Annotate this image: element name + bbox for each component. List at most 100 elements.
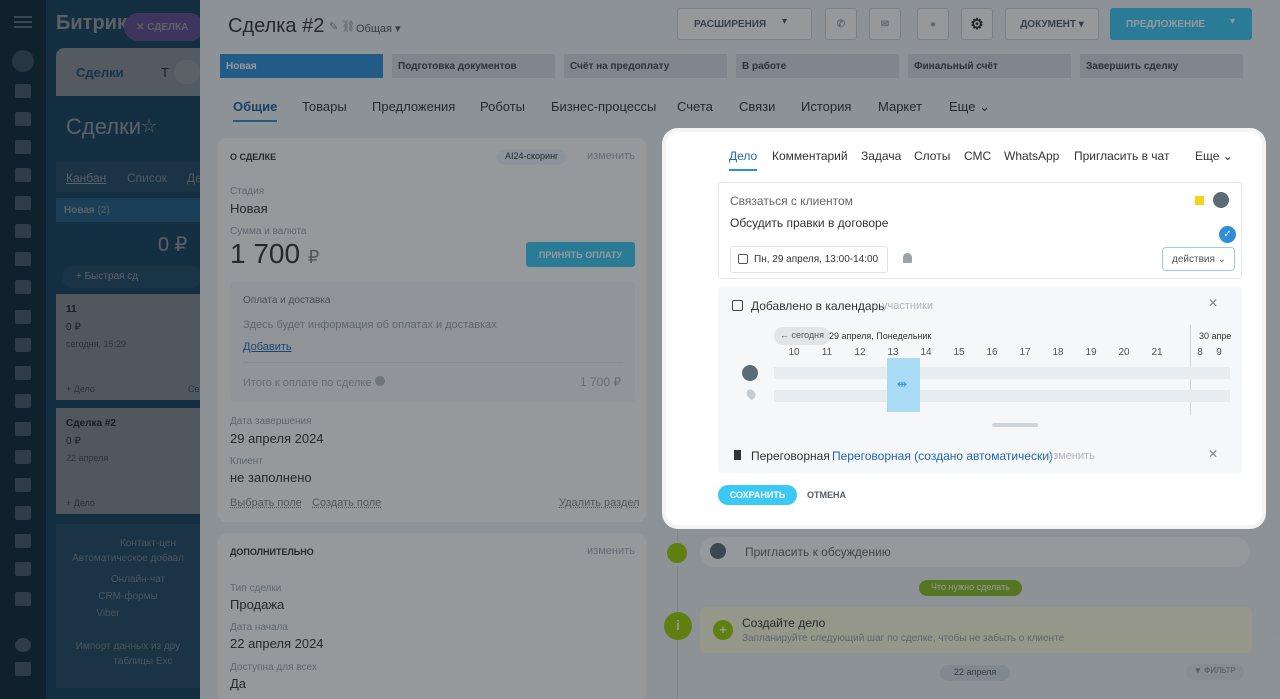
menu-icon[interactable] bbox=[14, 16, 32, 28]
category-select[interactable]: Общая ▾ bbox=[356, 22, 401, 35]
mail-button[interactable]: ✉ bbox=[869, 8, 901, 40]
online-chat-link[interactable]: Онлайн-чат bbox=[56, 574, 200, 585]
stage-final-invoice[interactable]: Финальный счёт bbox=[908, 54, 1071, 78]
tab-market[interactable]: Маркет bbox=[878, 99, 922, 114]
offer-chevron-icon[interactable]: ▾ bbox=[1230, 16, 1235, 27]
room-value-link[interactable]: Переговорная (создано автоматически) bbox=[832, 449, 1053, 463]
collapse-icon[interactable] bbox=[174, 60, 200, 84]
tasks-icon[interactable] bbox=[15, 112, 31, 126]
analytics-icon[interactable] bbox=[15, 422, 31, 436]
choose-field-link[interactable]: Выбрать поле bbox=[230, 497, 302, 509]
editor-tab-sms[interactable]: СМС bbox=[964, 149, 991, 163]
chat-button[interactable]: ● bbox=[917, 8, 949, 40]
robot-icon[interactable] bbox=[15, 478, 31, 492]
tab-products[interactable]: Товары bbox=[302, 99, 347, 114]
save-button[interactable]: СОХРАНИТЬ bbox=[718, 485, 797, 505]
editor-tab-activity[interactable]: Дело bbox=[729, 149, 758, 171]
participants-link[interactable]: участники bbox=[882, 300, 933, 312]
tab-offers[interactable]: Предложения bbox=[372, 99, 455, 114]
editor-tab-slots[interactable]: Слоты bbox=[914, 149, 950, 163]
scoring-badge[interactable]: AI24-скоринг bbox=[497, 149, 567, 165]
invite-bar[interactable]: Пригласить к обсуждению bbox=[700, 537, 1250, 567]
deal-card-add[interactable]: + Дело bbox=[66, 384, 95, 394]
filter-button[interactable]: ▼ ФИЛЬТР bbox=[1186, 664, 1244, 680]
editor-tab-task[interactable]: Задача bbox=[861, 149, 901, 163]
check-icon[interactable] bbox=[15, 394, 31, 408]
calendar-close-icon[interactable]: ✕ bbox=[1208, 296, 1218, 310]
deal-card-add[interactable]: + Дело bbox=[66, 498, 95, 508]
stage-close[interactable]: Завершить сделку bbox=[1080, 54, 1243, 78]
chat-icon[interactable] bbox=[15, 140, 31, 154]
bell-icon[interactable] bbox=[903, 253, 912, 263]
tab-bizproc[interactable]: Бизнес-процессы bbox=[551, 99, 656, 114]
room-change-link[interactable]: изменить bbox=[1047, 450, 1095, 462]
deal-card[interactable]: 11 0 ₽ сегодня, 15:29 + Дело Се bbox=[56, 294, 200, 400]
quick-deal-button[interactable]: + Быстрая сд bbox=[62, 266, 202, 288]
editor-tab-whatsapp[interactable]: WhatsApp bbox=[1004, 149, 1059, 163]
delete-section-link[interactable]: Удалить раздел bbox=[559, 497, 640, 509]
editor-tab-more[interactable]: Еще ⌄ bbox=[1195, 149, 1233, 163]
stage-docs[interactable]: Подготовка документов bbox=[392, 54, 555, 78]
deal-chip[interactable]: ✕ СДЕЛКА bbox=[124, 13, 204, 41]
company-icon[interactable] bbox=[15, 310, 31, 324]
body-field[interactable]: Обсудить правки в договоре bbox=[730, 216, 888, 230]
actions-dropdown[interactable]: действия ⌄ bbox=[1162, 247, 1235, 271]
tab-deals[interactable]: Сделки bbox=[76, 65, 124, 80]
more-icon[interactable] bbox=[15, 592, 31, 606]
structure-icon[interactable] bbox=[15, 662, 31, 676]
cart-icon[interactable] bbox=[15, 366, 31, 380]
drive-icon[interactable] bbox=[15, 224, 31, 238]
room-close-icon[interactable]: ✕ bbox=[1208, 447, 1218, 461]
create-activity-card[interactable]: + Создайте дело Запланируйте следующий ш… bbox=[700, 607, 1252, 653]
plus-icon[interactable]: + bbox=[713, 620, 733, 640]
today-button[interactable]: ← сегодня bbox=[774, 327, 830, 345]
cancel-button[interactable]: ОТМЕНА bbox=[807, 490, 846, 500]
star-icon[interactable]: ☆ bbox=[141, 116, 157, 137]
feed-icon[interactable] bbox=[15, 84, 31, 98]
info-icon[interactable] bbox=[374, 376, 385, 386]
viber-link[interactable]: Viber bbox=[56, 608, 200, 619]
box-icon[interactable] bbox=[15, 506, 31, 520]
tab-links[interactable]: Связи bbox=[739, 99, 775, 114]
tab-general[interactable]: Общие bbox=[233, 99, 278, 122]
tab-robots[interactable]: Роботы bbox=[480, 99, 525, 114]
mail-icon[interactable] bbox=[15, 252, 31, 266]
extensions-chevron-icon[interactable]: ▾ bbox=[782, 16, 787, 27]
datetime-picker[interactable]: Пн, 29 апреля, 13:00-14:00 bbox=[730, 246, 888, 273]
view-kanban[interactable]: Канбан bbox=[66, 171, 106, 185]
target-icon[interactable] bbox=[15, 338, 31, 352]
tab-more[interactable]: Еще ⌄ bbox=[949, 99, 990, 115]
docs-icon[interactable] bbox=[15, 196, 31, 210]
phone-button[interactable]: ✆ bbox=[825, 8, 857, 40]
tab-history[interactable]: История bbox=[801, 99, 851, 114]
color-marker-icon[interactable] bbox=[1195, 196, 1204, 205]
editor-tab-comment[interactable]: Комментарий bbox=[772, 149, 848, 163]
done-check-icon[interactable]: ✓ bbox=[1219, 226, 1236, 243]
responsible-avatar[interactable] bbox=[1213, 192, 1229, 208]
pen-icon[interactable] bbox=[15, 562, 31, 576]
tab-invoices[interactable]: Счета bbox=[677, 99, 713, 114]
view-list[interactable]: Список bbox=[127, 171, 167, 185]
stage-prepay[interactable]: Счёт на предоплату bbox=[564, 54, 727, 78]
subject-field[interactable]: Связаться с клиентом bbox=[730, 194, 853, 208]
stage-new[interactable]: Новая bbox=[220, 54, 383, 78]
timeline-scrollbar[interactable] bbox=[992, 423, 1038, 427]
filter-icon[interactable] bbox=[12, 50, 34, 72]
payment-add-link[interactable]: Добавить bbox=[243, 341, 292, 353]
settings-gear-icon[interactable]: ⚙ bbox=[961, 8, 993, 40]
edit-title-icon[interactable]: ✎ ⛓ bbox=[329, 20, 355, 33]
crm-forms-link[interactable]: CRM-формы bbox=[56, 591, 200, 602]
contacts-icon[interactable] bbox=[15, 280, 31, 294]
stage-in-work[interactable]: В работе bbox=[736, 54, 899, 78]
document-button[interactable]: ДОКУМЕНТ ▾ bbox=[1005, 8, 1099, 40]
extra-change-link[interactable]: изменить bbox=[587, 545, 635, 557]
sign-icon[interactable] bbox=[15, 534, 31, 548]
help-icon[interactable] bbox=[15, 638, 31, 652]
deal-card[interactable]: Сделка #2 0 ₽ 22 апреля + Дело bbox=[56, 408, 200, 514]
accept-payment-button[interactable]: ПРИНЯТЬ ОПЛАТУ bbox=[526, 242, 635, 267]
calendar-icon[interactable] bbox=[15, 168, 31, 182]
create-field-link[interactable]: Создать поле bbox=[312, 497, 381, 509]
slot-drag-handle-icon[interactable]: ⇹ bbox=[897, 377, 907, 391]
extensions-button[interactable]: РАСШИРЕНИЯ bbox=[677, 8, 812, 40]
tab-t[interactable]: Т bbox=[161, 65, 169, 80]
